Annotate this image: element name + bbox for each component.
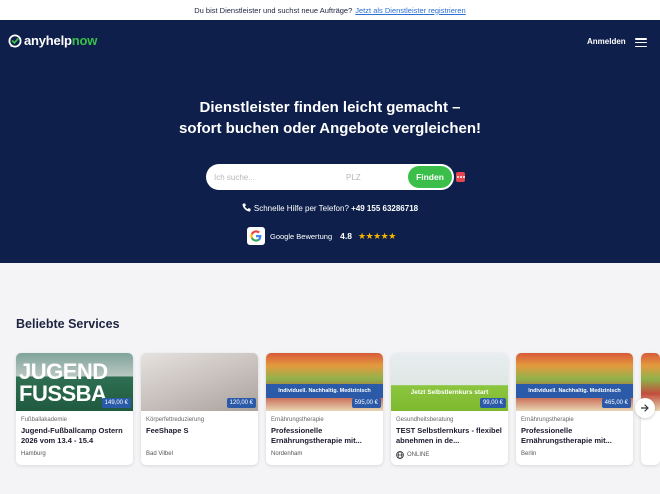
service-location-text: ONLINE [407, 452, 430, 458]
phone-icon [242, 203, 251, 212]
service-banner: Individuell. Nachhaltig. Medizinisch [266, 384, 383, 398]
chevron-right-icon[interactable] [635, 398, 655, 418]
hamburger-icon[interactable] [635, 38, 647, 48]
search-button[interactable]: Finden [408, 166, 452, 188]
service-title: Jugend-Fußballcamp Ostern 2026 vom 13.4 … [21, 426, 123, 445]
section-title: Beliebte Services [16, 317, 120, 331]
register-provider-link[interactable]: Jetzt als Dienstleister registrieren [355, 6, 465, 15]
service-category: Ernährungstherapie [521, 417, 574, 423]
service-card[interactable]: Individuell. Nachhaltig. Medizinisch 595… [266, 353, 383, 465]
logo-icon [8, 34, 22, 47]
star-rating-icon: ★★★★★ [357, 230, 396, 241]
search-bar: Finden [206, 164, 465, 190]
location-dots-icon[interactable] [456, 172, 465, 182]
phone-number[interactable]: +49 155 63286718 [351, 204, 418, 213]
service-image: Jetzt Selbstlernkurs start 99,00 € [391, 353, 508, 411]
service-image: 120,00 € [141, 353, 258, 411]
login-button[interactable]: Anmelden [587, 37, 626, 46]
announcement-bar: Du bist Dienstleister und suchst neue Au… [0, 0, 660, 20]
search-input[interactable] [206, 164, 340, 190]
hero-section: anyhelp now Anmelden Dienstleister finden… [0, 20, 660, 263]
price-badge: 99,00 € [479, 398, 506, 408]
service-category: Gesundheitsberatung [396, 417, 454, 423]
service-title: Professionelle Ernährungstherapie mit... [521, 426, 612, 445]
service-card[interactable]: Individuell. Nachhaltig. Medizinisch 465… [516, 353, 633, 465]
headline-line-1: Dienstleister finden leicht gemacht – [199, 99, 461, 116]
service-image-text: Jetzt Selbstlernkurs start [410, 389, 489, 396]
price-badge: 465,00 € [601, 398, 631, 408]
headline-line-2: sofort buchen oder Angebote vergleichen! [179, 120, 481, 137]
logo-text: anyhelp [24, 33, 72, 48]
navbar: anyhelp now Anmelden [0, 20, 660, 64]
hero-headline: Dienstleister finden leicht gemacht – so… [0, 97, 660, 139]
service-banner: Individuell. Nachhaltig. Medizinisch [516, 384, 633, 398]
price-badge: 120,00 € [226, 398, 256, 408]
service-title: TEST Selbstlernkurs - flexibel abnehmen … [396, 426, 502, 445]
logo-text-accent: now [71, 33, 98, 48]
service-image: JUGEND FUSSBA 149,00 € [16, 353, 133, 411]
service-image: Individuell. Nachhaltig. Medizinisch 595… [266, 353, 383, 411]
service-location: Hamburg [21, 451, 46, 457]
service-location: Berlin [521, 451, 537, 457]
google-rating[interactable]: Google Bewertung 4.8 ★★★★★ [247, 227, 396, 245]
phone-label: Schnelle Hilfe per Telefon? [253, 204, 349, 213]
price-badge: 149,00 € [101, 398, 131, 408]
service-location: Bad Vilbel [146, 451, 173, 457]
service-location: ONLINE [396, 451, 429, 459]
service-category: Fußballakademie [21, 417, 68, 423]
rating-label: Google Bewertung [270, 231, 333, 241]
service-category: Ernährungstherapie [271, 417, 324, 423]
service-card[interactable]: Jetzt Selbstlernkurs start 99,00 € Gesun… [391, 353, 508, 465]
service-category: Körperfettreduzierung [146, 417, 205, 423]
service-carousel: JUGEND FUSSBA 149,00 € Fußballakademie J… [16, 353, 660, 465]
logo[interactable]: anyhelp now [8, 33, 97, 48]
price-badge: 595,00 € [351, 398, 381, 408]
phone-help: Schnelle Hilfe per Telefon? +49 155 6328… [0, 203, 660, 213]
google-icon [247, 227, 265, 245]
service-title: FeeShape S [146, 426, 189, 435]
service-card[interactable]: 120,00 € Körperfettreduzierung FeeShape … [141, 353, 258, 465]
globe-icon [396, 451, 404, 459]
service-title: Professionelle Ernährungstherapie mit... [271, 426, 362, 445]
announcement-text: Du bist Dienstleister und suchst neue Au… [194, 5, 353, 15]
service-location: Nordenham [271, 451, 303, 457]
service-image: Individuell. Nachhaltig. Medizinisch 465… [516, 353, 633, 411]
rating-score: 4.8 [340, 231, 352, 241]
service-card[interactable]: JUGEND FUSSBA 149,00 € Fußballakademie J… [16, 353, 133, 465]
